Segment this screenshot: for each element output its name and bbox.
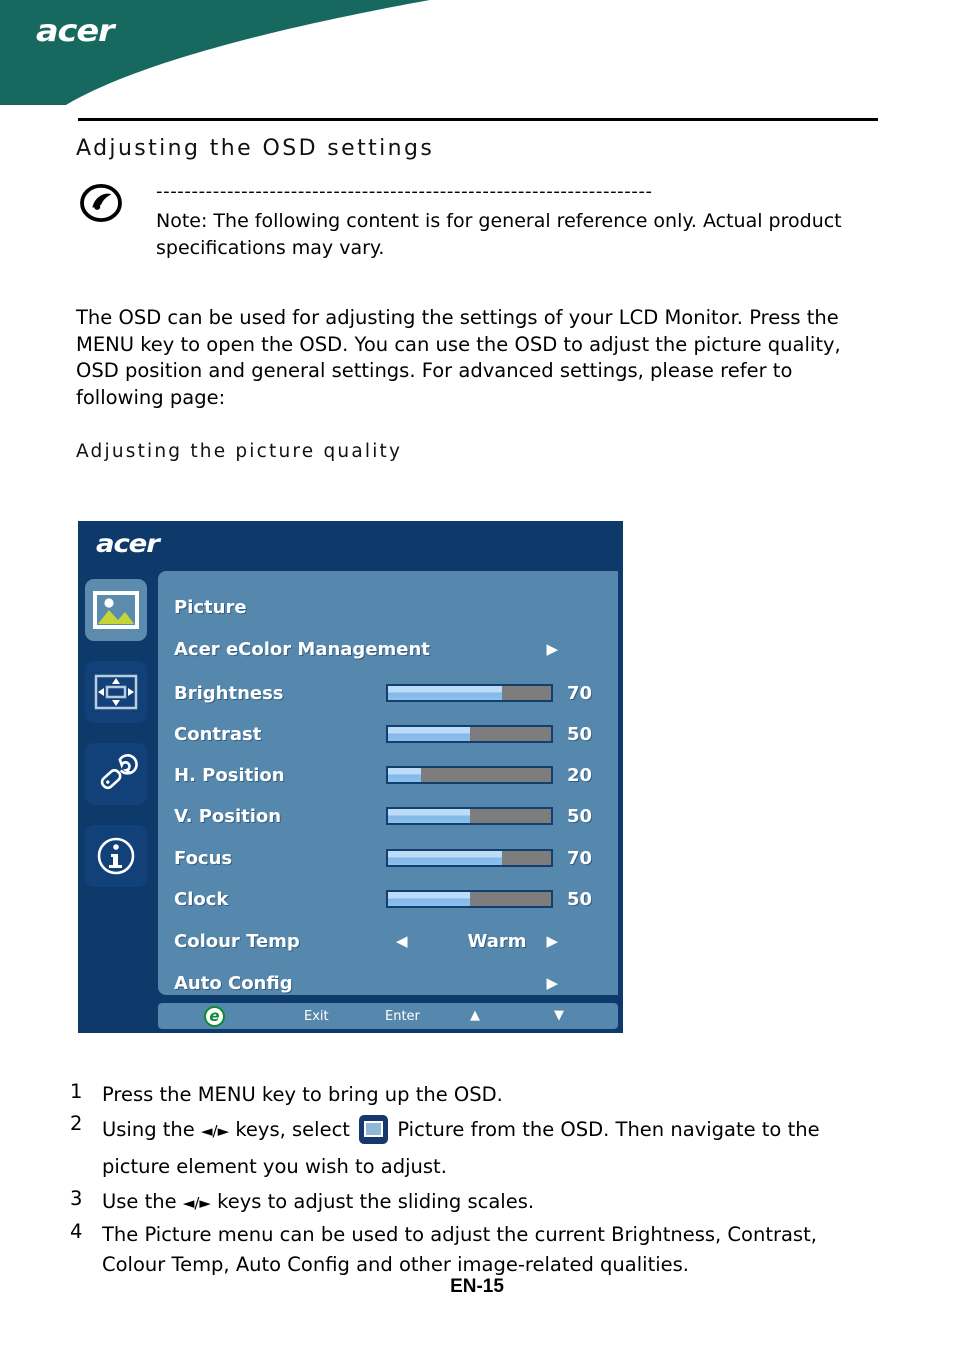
title-divider xyxy=(78,118,878,121)
step-number: 2 xyxy=(70,1112,83,1135)
picture-icon xyxy=(93,591,139,629)
note-dashed-line: ----------------------------------------… xyxy=(156,182,653,202)
osd-row-v-position[interactable]: V. Position 50 xyxy=(174,796,618,836)
osd-up-arrow-icon[interactable]: ▲ xyxy=(470,1003,480,1029)
osd-label-focus: Focus xyxy=(174,847,233,869)
note-block: ----------------------------------------… xyxy=(76,182,876,262)
osd-value-contrast: 50 xyxy=(567,723,593,745)
arrow-keys-glyph: ◄/► xyxy=(201,1122,230,1140)
step-text: The Picture menu can be used to adjust t… xyxy=(102,1223,817,1276)
osd-value-h-position: 20 xyxy=(567,764,593,786)
information-icon xyxy=(97,837,135,875)
osd-row-colour-temp[interactable]: Colour Temp ◀ Warm ▶ xyxy=(174,921,618,961)
note-text: Note: The following content is for gener… xyxy=(156,210,842,259)
section-subtitle: Adjusting the picture quality xyxy=(76,441,403,462)
osd-panel: Picture Acer eColor Management ▶ Brightn… xyxy=(158,571,618,995)
osd-label-contrast: Contrast xyxy=(174,723,262,745)
step-text-before: Use the xyxy=(102,1190,183,1213)
osd-row-clock[interactable]: Clock 50 xyxy=(174,879,618,919)
step-text: Use the ◄/► keys to adjust the sliding s… xyxy=(102,1187,880,1218)
osd-position-icon xyxy=(94,674,138,710)
osd-value-clock: 50 xyxy=(567,888,593,910)
arrow-keys-glyph: ◄/► xyxy=(182,1194,211,1212)
osd-slider-focus[interactable] xyxy=(386,849,553,867)
step-number: 1 xyxy=(70,1080,83,1103)
page-number: EN-15 xyxy=(450,1276,504,1297)
osd-row-ecolor[interactable]: Acer eColor Management ▶ xyxy=(174,629,618,669)
step-item: 3 Use the ◄/► keys to adjust the sliding… xyxy=(70,1187,880,1218)
osd-acer-logo: acer xyxy=(96,529,160,558)
step-text-mid: keys, select xyxy=(229,1118,357,1141)
osd-label-h-position: H. Position xyxy=(174,764,285,786)
osd-down-arrow-icon[interactable]: ▼ xyxy=(554,1003,564,1029)
chevron-right-icon[interactable]: ▶ xyxy=(546,975,558,991)
osd-slider-clock[interactable] xyxy=(386,890,553,908)
osd-menu-heading: Picture xyxy=(174,596,247,618)
osd-value-colour-temp: Warm xyxy=(467,930,527,952)
setting-wrench-icon xyxy=(100,754,138,790)
osd-row-h-position[interactable]: H. Position 20 xyxy=(174,755,618,795)
intro-paragraph: The OSD can be used for adjusting the se… xyxy=(76,306,841,409)
osd-row-focus[interactable]: Focus 70 xyxy=(174,838,618,878)
sidebar-item-osd-position[interactable] xyxy=(85,661,147,723)
osd-row-auto-config[interactable]: Auto Config ▶ xyxy=(174,963,618,1003)
chevron-right-icon: ▶ xyxy=(546,639,558,658)
step-number: 4 xyxy=(70,1220,83,1243)
step-item: 2 Using the ◄/► keys, select Picture fro… xyxy=(70,1112,880,1185)
osd-sidebar xyxy=(78,571,154,995)
osd-footer-bar: e Exit Enter ▲ ▼ xyxy=(158,1003,618,1029)
osd-exit-label[interactable]: Exit xyxy=(304,1009,329,1024)
osd-slider-v-position[interactable] xyxy=(386,807,553,825)
osd-enter-label[interactable]: Enter xyxy=(385,1009,420,1024)
osd-slider-contrast[interactable] xyxy=(386,725,553,743)
step-text: Press the MENU key to bring up the OSD. xyxy=(102,1083,503,1106)
osd-slider-brightness[interactable] xyxy=(386,684,553,702)
osd-titlebar: acer xyxy=(78,521,623,571)
step-item: 1 Press the MENU key to bring up the OSD… xyxy=(70,1080,880,1110)
osd-label-v-position: V. Position xyxy=(174,805,282,827)
osd-row-brightness[interactable]: Brightness 70 xyxy=(174,673,618,713)
step-text: Using the ◄/► keys, select Picture from … xyxy=(102,1112,880,1185)
osd-value-focus: 70 xyxy=(567,847,593,869)
chevron-right-icon[interactable]: ▶ xyxy=(546,933,558,949)
osd-slider-h-position[interactable] xyxy=(386,766,553,784)
osd-label-auto-config: Auto Config xyxy=(174,972,293,994)
osd-label-colour-temp: Colour Temp xyxy=(174,930,300,952)
osd-label-ecolor: Acer eColor Management xyxy=(174,638,430,660)
osd-value-v-position: 50 xyxy=(567,805,593,827)
step-text-mid: keys to adjust the sliding scales. xyxy=(210,1190,535,1213)
sidebar-item-information[interactable] xyxy=(85,825,147,887)
step-number: 3 xyxy=(70,1187,83,1210)
chevron-left-icon[interactable]: ◀ xyxy=(396,932,408,950)
sidebar-item-setting[interactable] xyxy=(85,743,147,805)
empowering-e-icon[interactable]: e xyxy=(204,1006,225,1027)
step-item: 4 The Picture menu can be used to adjust… xyxy=(70,1220,880,1280)
instruction-steps: 1 Press the MENU key to bring up the OSD… xyxy=(70,1080,880,1282)
sidebar-item-picture[interactable] xyxy=(85,579,147,641)
osd-label-clock: Clock xyxy=(174,888,229,910)
osd-label-brightness: Brightness xyxy=(174,682,284,704)
page-title: Adjusting the OSD settings xyxy=(76,136,435,161)
osd-value-brightness: 70 xyxy=(567,682,593,704)
osd-row-contrast[interactable]: Contrast 50 xyxy=(174,714,618,754)
osd-menu-heading-row: Picture xyxy=(174,587,618,627)
osd-screenshot: acer Picture Acer eColor Management ▶ Br… xyxy=(78,521,623,1033)
picture-icon xyxy=(359,1115,389,1144)
acer-logo: acer xyxy=(36,14,115,49)
note-circle-icon xyxy=(80,184,122,222)
header-banner: acer xyxy=(0,0,954,105)
step-text-before: Using the xyxy=(102,1118,201,1141)
